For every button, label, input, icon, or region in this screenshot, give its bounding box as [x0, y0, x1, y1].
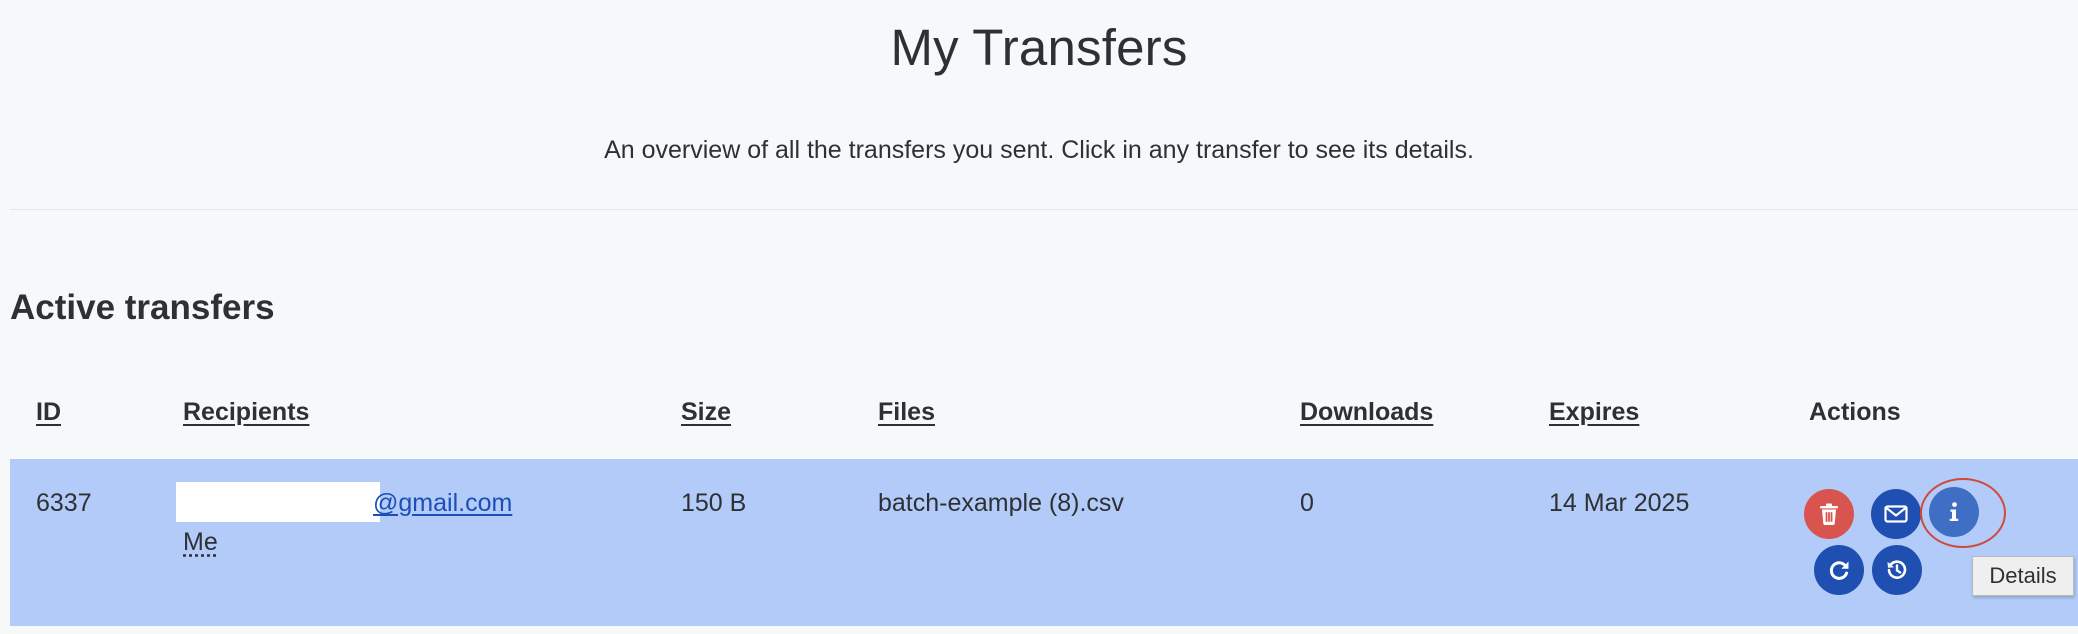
- divider: [10, 209, 2078, 210]
- refresh-icon: [1829, 561, 1849, 580]
- delete-button[interactable]: [1804, 489, 1854, 539]
- column-header-actions: Actions: [1809, 398, 1901, 426]
- recipient-me-label: Me: [183, 528, 218, 556]
- page-subtitle: An overview of all the transfers you sen…: [604, 136, 1474, 164]
- table-row[interactable]: 6337 @gmail.com Me 150 B batch-example (…: [10, 459, 2078, 626]
- redacted-email-box: [176, 482, 380, 522]
- column-header-id[interactable]: ID: [36, 398, 61, 427]
- section-title: Active transfers: [10, 288, 275, 327]
- transfer-size: 150 B: [681, 489, 747, 517]
- info-icon: [1949, 502, 1959, 521]
- page: My Transfers An overview of all the tran…: [0, 0, 2078, 634]
- transfer-expires: 14 Mar 2025: [1549, 489, 1690, 517]
- recipient-email-link[interactable]: @gmail.com: [373, 489, 512, 518]
- details-tooltip: Details: [1972, 556, 2074, 596]
- resend-button[interactable]: [1814, 545, 1864, 595]
- envelope-icon: [1884, 505, 1908, 523]
- column-header-expires[interactable]: Expires: [1549, 398, 1639, 427]
- page-title: My Transfers: [890, 19, 1188, 76]
- column-header-files[interactable]: Files: [878, 398, 935, 427]
- extend-expiry-button[interactable]: [1872, 545, 1922, 595]
- column-header-recipients[interactable]: Recipients: [183, 398, 309, 427]
- trash-icon: [1820, 503, 1838, 525]
- history-icon: [1887, 560, 1907, 579]
- column-header-size[interactable]: Size: [681, 398, 731, 427]
- send-reminder-button[interactable]: [1871, 489, 1921, 539]
- column-header-downloads[interactable]: Downloads: [1300, 398, 1433, 427]
- transfer-files: batch-example (8).csv: [878, 489, 1124, 517]
- details-button[interactable]: [1929, 487, 1979, 537]
- transfer-downloads: 0: [1300, 489, 1314, 517]
- transfer-id: 6337: [36, 489, 92, 517]
